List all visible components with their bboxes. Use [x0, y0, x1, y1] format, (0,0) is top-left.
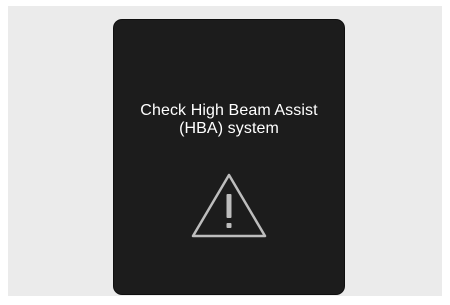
warning-message-line2: (HBA) system [179, 120, 279, 137]
warning-message-line1: Check High Beam Assist [140, 102, 318, 119]
warning-triangle-icon [191, 173, 267, 238]
warning-message: Check High Beam Assist (HBA) system [114, 102, 344, 138]
cluster-warning-display: Check High Beam Assist (HBA) system [114, 20, 344, 294]
